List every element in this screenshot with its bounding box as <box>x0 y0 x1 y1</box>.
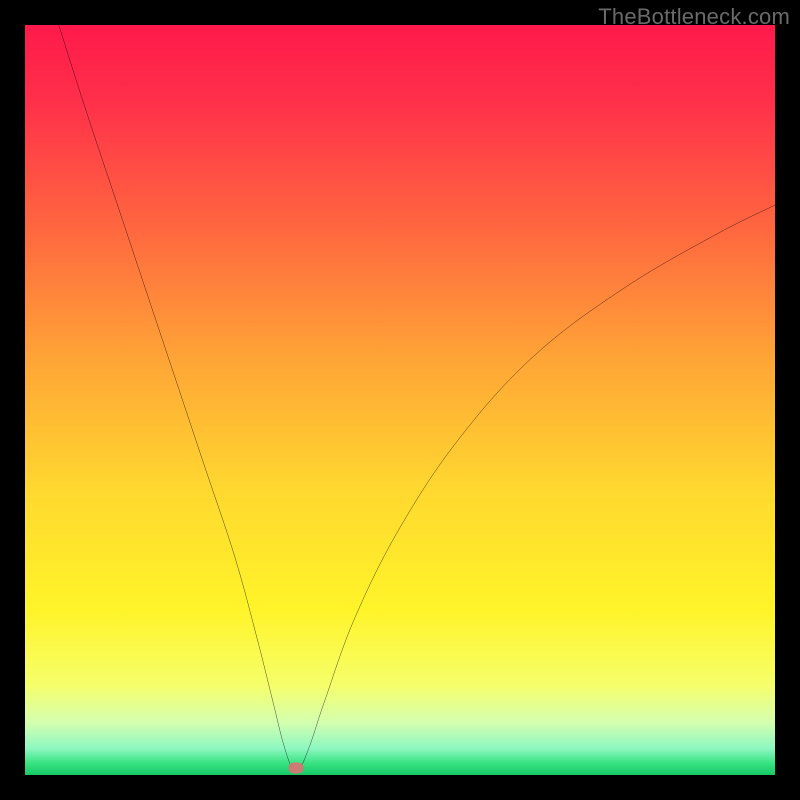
curve-svg <box>25 25 775 775</box>
optimal-point-marker <box>288 763 303 774</box>
chart-frame: TheBottleneck.com <box>0 0 800 800</box>
plot-area <box>25 25 775 775</box>
bottleneck-curve <box>59 25 775 772</box>
